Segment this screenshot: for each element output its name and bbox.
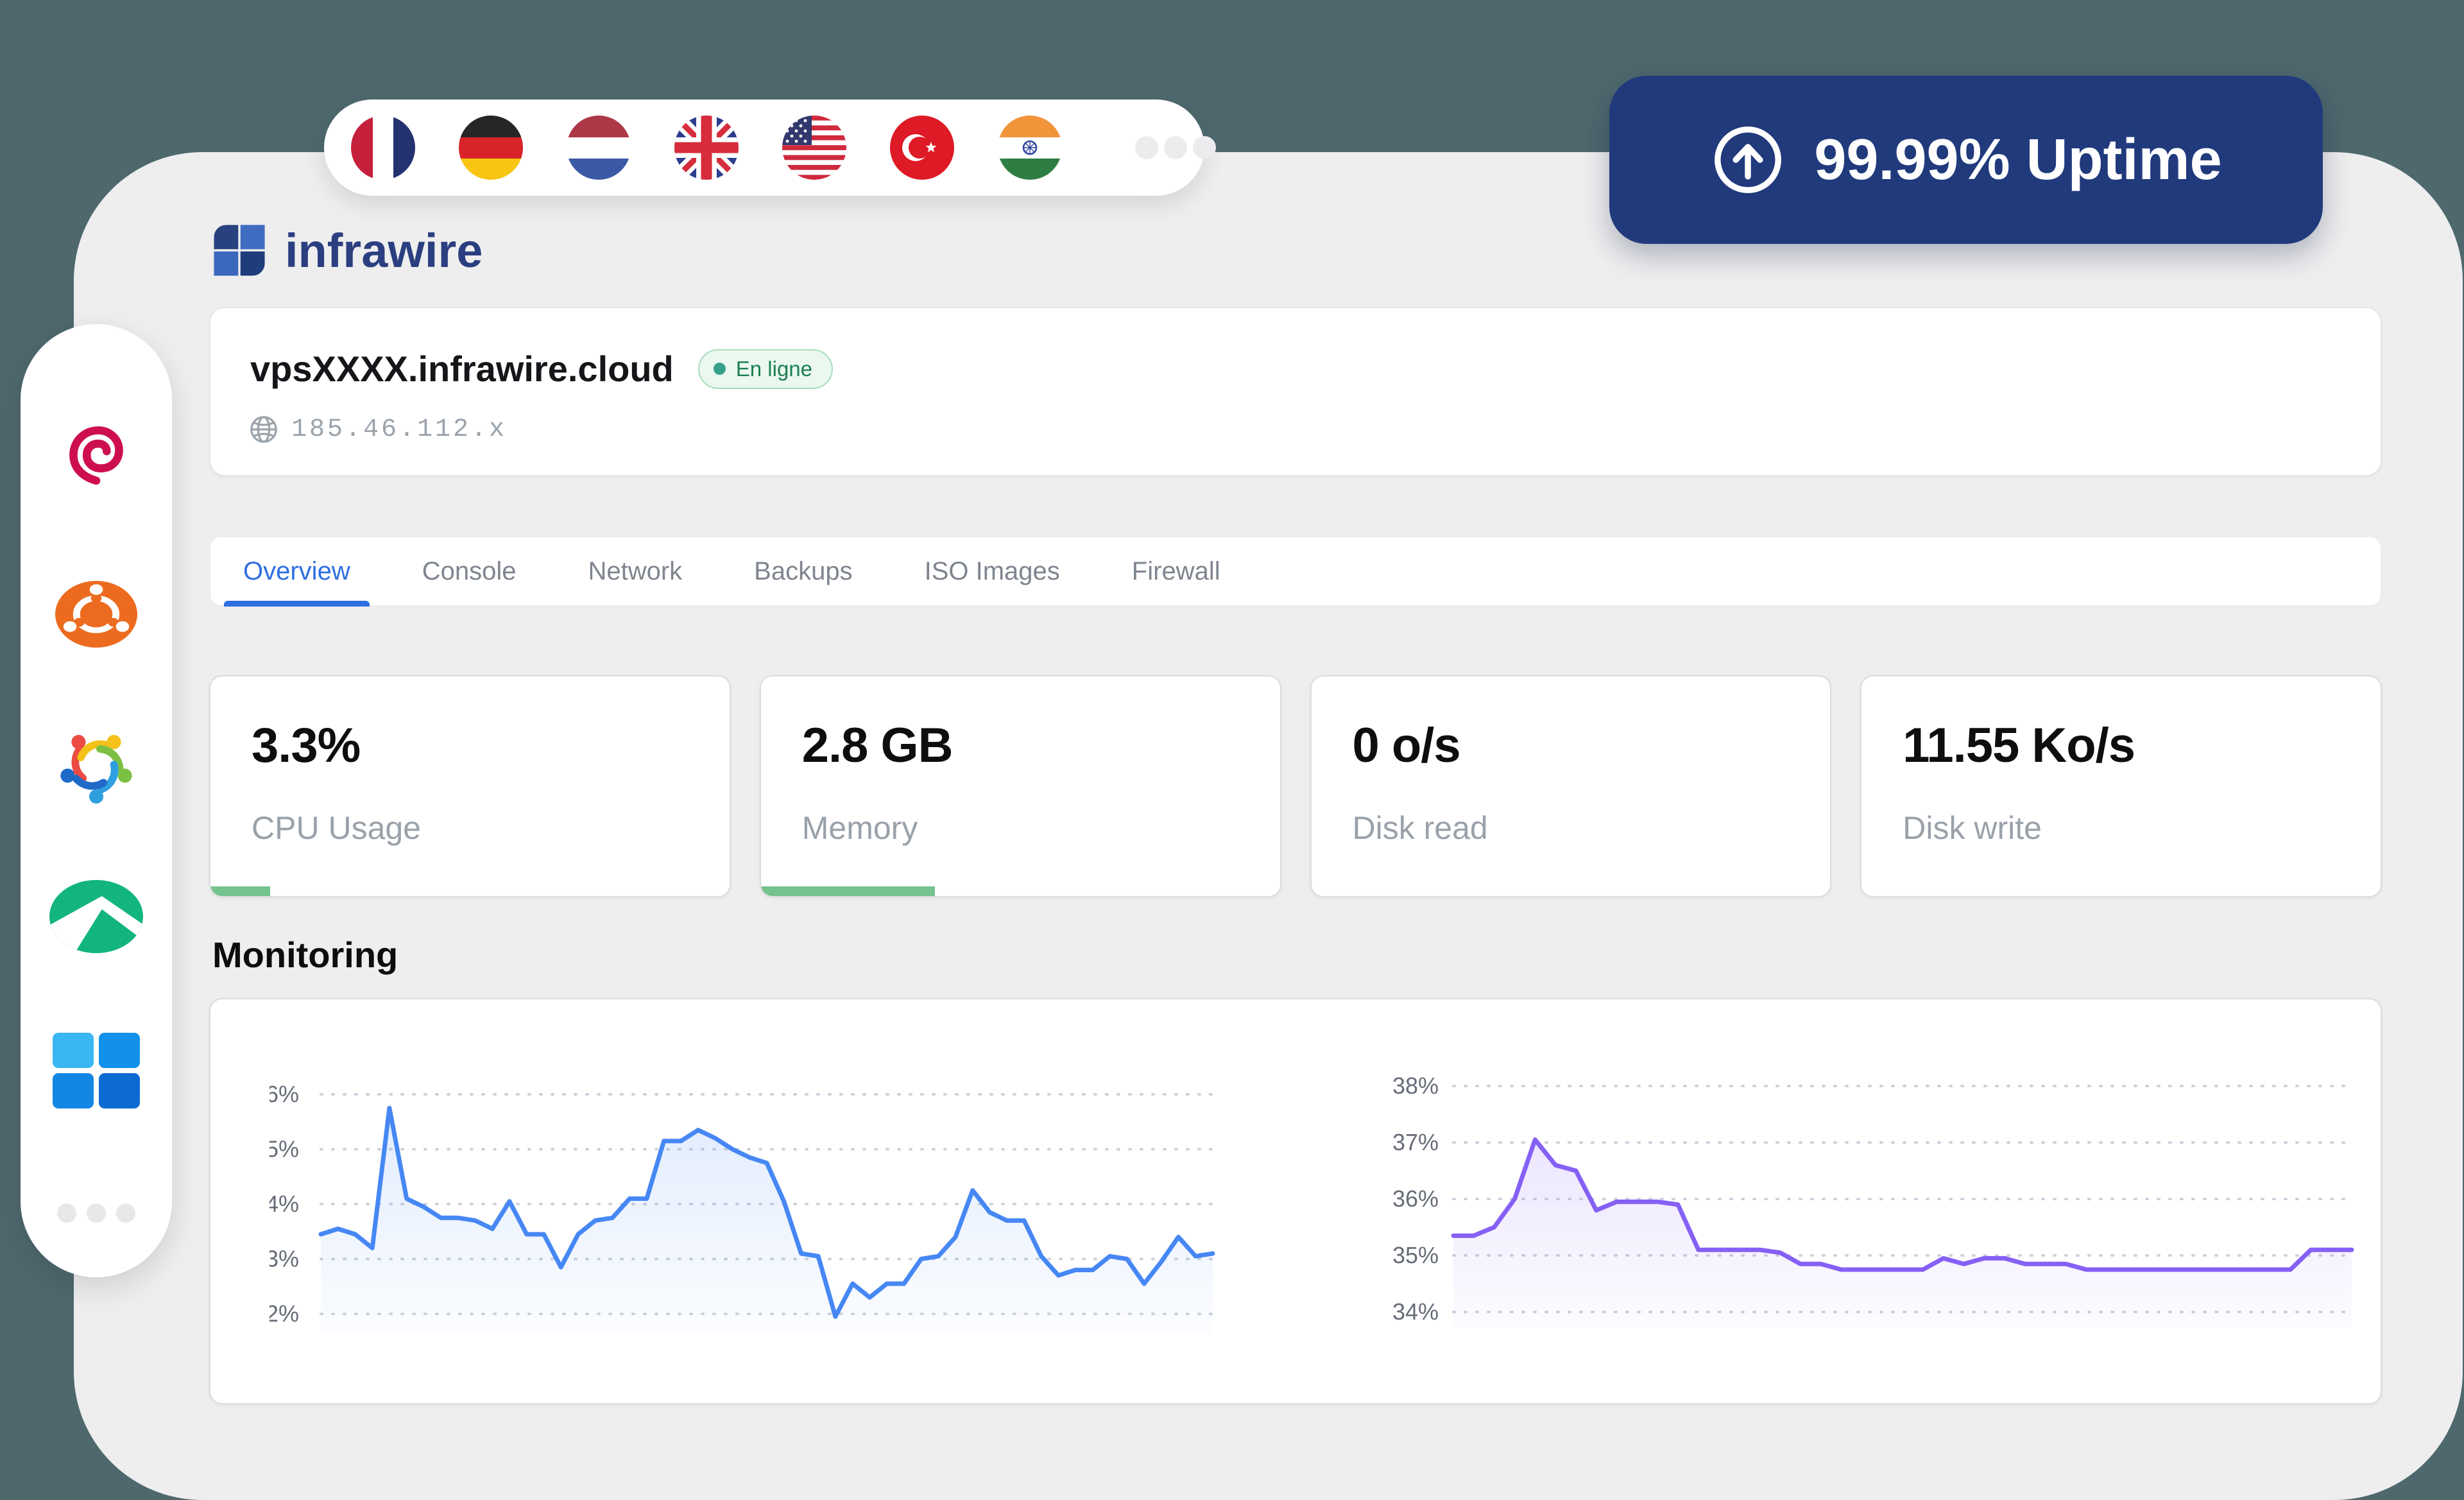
arrow-up-circle-icon xyxy=(1710,122,1786,198)
os-sidebar xyxy=(21,324,172,1277)
flag-netherlands-icon[interactable] xyxy=(567,116,631,180)
svg-text:34%: 34% xyxy=(1392,1298,1439,1325)
svg-text:4%: 4% xyxy=(270,1191,299,1217)
language-flags-bar xyxy=(324,99,1204,196)
tab-bar: Overview Console Network Backups ISO Ima… xyxy=(209,536,2382,607)
brand-name: infrawire xyxy=(285,223,483,278)
tab-console[interactable]: Console xyxy=(422,537,517,605)
flag-germany-icon[interactable] xyxy=(459,116,523,180)
os-almalinux-icon[interactable] xyxy=(52,722,141,811)
stat-value: 3.3% xyxy=(252,718,730,773)
stat-label: Disk write xyxy=(1903,809,2381,847)
svg-text:38%: 38% xyxy=(1392,1073,1439,1099)
server-ip: 185.46.112.x xyxy=(291,415,507,444)
svg-text:37%: 37% xyxy=(1392,1129,1439,1155)
svg-text:6%: 6% xyxy=(270,1081,299,1107)
stat-card-cpu: 3.3% CPU Usage xyxy=(209,675,731,897)
uptime-label: 99.99% Uptime xyxy=(1814,127,2221,193)
os-ubuntu-icon[interactable] xyxy=(55,581,137,648)
stat-card-disk-write: 11.55 Ko/s Disk write xyxy=(1860,675,2382,897)
uptime-badge[interactable]: 99.99% Uptime xyxy=(1609,76,2323,244)
brand: infrawire xyxy=(212,223,483,278)
cpu-usage-chart: 6% 5% 4% 3% 2% xyxy=(270,1062,1219,1338)
infrawire-logo-icon xyxy=(212,223,267,278)
tab-backups[interactable]: Backups xyxy=(754,537,852,605)
stat-value: 11.55 Ko/s xyxy=(1903,718,2381,773)
dot xyxy=(1135,136,1158,159)
tab-iso-images[interactable]: ISO Images xyxy=(925,537,1060,605)
server-hostname: vpsXXXX.infrawire.cloud xyxy=(250,348,674,390)
stats-row: 3.3% CPU Usage 2.8 GB Memory 0 o/s Disk … xyxy=(209,675,2382,897)
dot xyxy=(57,1203,76,1223)
memory-usage-chart: 38% 37% 36% 35% 34% xyxy=(1376,1056,2358,1332)
os-debian-icon[interactable] xyxy=(49,406,144,501)
stat-card-memory: 2.8 GB Memory xyxy=(760,675,1281,897)
svg-text:2%: 2% xyxy=(270,1300,299,1327)
monitoring-title: Monitoring xyxy=(212,934,398,976)
more-languages-dots[interactable] xyxy=(1135,136,1216,159)
globe-icon xyxy=(249,415,278,444)
tab-network[interactable]: Network xyxy=(588,537,682,605)
progress-bar xyxy=(210,886,270,896)
svg-text:36%: 36% xyxy=(1392,1185,1439,1212)
page: 99.99% Uptime infrawire vpsXXXX.infrawir… xyxy=(0,0,2464,1500)
stat-card-disk-read: 0 o/s Disk read xyxy=(1310,675,1832,897)
os-rocky-linux-icon[interactable] xyxy=(49,880,143,953)
dot xyxy=(1193,136,1216,159)
tab-overview[interactable]: Overview xyxy=(243,537,350,605)
status-dot-icon xyxy=(714,363,726,375)
svg-text:35%: 35% xyxy=(1392,1242,1439,1268)
status-badge: En ligne xyxy=(698,349,833,389)
os-windows-icon[interactable] xyxy=(53,1033,140,1108)
status-label: En ligne xyxy=(736,357,812,381)
progress-bar xyxy=(761,886,935,896)
stat-value: 0 o/s xyxy=(1353,718,1831,773)
flag-united-states-icon[interactable] xyxy=(782,116,846,180)
more-os-dots[interactable] xyxy=(57,1203,135,1223)
stat-label: Memory xyxy=(802,809,1280,847)
svg-text:5%: 5% xyxy=(270,1136,299,1162)
stat-value: 2.8 GB xyxy=(802,718,1280,773)
tab-firewall[interactable]: Firewall xyxy=(1132,537,1220,605)
flag-turkey-icon[interactable] xyxy=(890,116,954,180)
svg-text:3%: 3% xyxy=(270,1246,299,1272)
dot xyxy=(116,1203,135,1223)
stat-label: Disk read xyxy=(1353,809,1831,847)
flag-united-kingdom-icon[interactable] xyxy=(674,116,739,180)
dot xyxy=(87,1203,106,1223)
server-card: vpsXXXX.infrawire.cloud En ligne 185.46.… xyxy=(209,307,2382,476)
dot xyxy=(1164,136,1187,159)
flag-india-icon[interactable] xyxy=(998,116,1062,180)
flag-france-icon[interactable] xyxy=(351,116,415,180)
stat-label: CPU Usage xyxy=(252,809,730,847)
